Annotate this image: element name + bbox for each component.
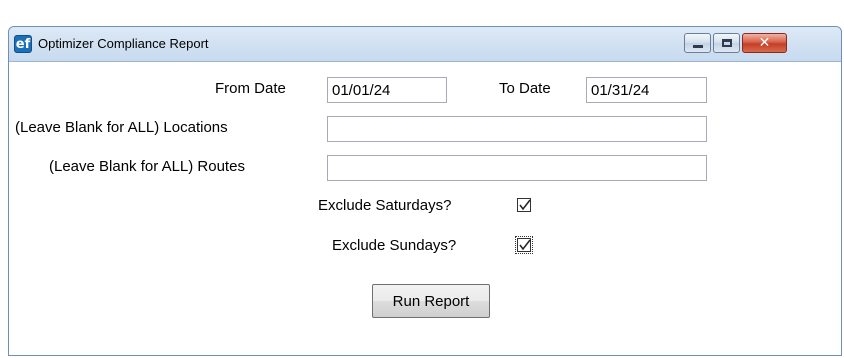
form-area: From Date To Date (Leave Blank for ALL) …: [9, 61, 841, 355]
checkmark-icon: [519, 239, 531, 251]
run-report-button[interactable]: Run Report: [372, 284, 490, 318]
exclude-sundays-label: Exclude Sundays?: [332, 237, 457, 254]
exclude-saturdays-checkbox[interactable]: [517, 198, 531, 212]
close-icon: ✕: [758, 35, 771, 51]
locations-input[interactable]: [327, 116, 707, 142]
to-date-label: To Date: [499, 80, 551, 97]
minimize-button[interactable]: [684, 33, 711, 53]
maximize-icon: [722, 39, 732, 47]
to-date-input[interactable]: [586, 77, 707, 103]
checkmark-icon: [519, 199, 531, 211]
locations-label: (Leave Blank for ALL) Locations: [15, 119, 228, 136]
from-date-input[interactable]: [327, 77, 447, 103]
routes-label: (Leave Blank for ALL) Routes: [49, 158, 245, 175]
window-title: Optimizer Compliance Report: [38, 36, 209, 51]
minimize-icon: [693, 45, 703, 48]
close-button[interactable]: ✕: [742, 33, 787, 53]
routes-input[interactable]: [327, 155, 707, 181]
app-icon: ef: [14, 35, 32, 53]
title-bar[interactable]: ef Optimizer Compliance Report ✕: [9, 27, 841, 61]
maximize-button[interactable]: [713, 33, 740, 53]
exclude-sundays-checkbox[interactable]: [515, 236, 533, 254]
exclude-saturdays-label: Exclude Saturdays?: [318, 197, 452, 214]
from-date-label: From Date: [215, 80, 286, 97]
report-window: ef Optimizer Compliance Report ✕ From Da…: [8, 26, 842, 356]
